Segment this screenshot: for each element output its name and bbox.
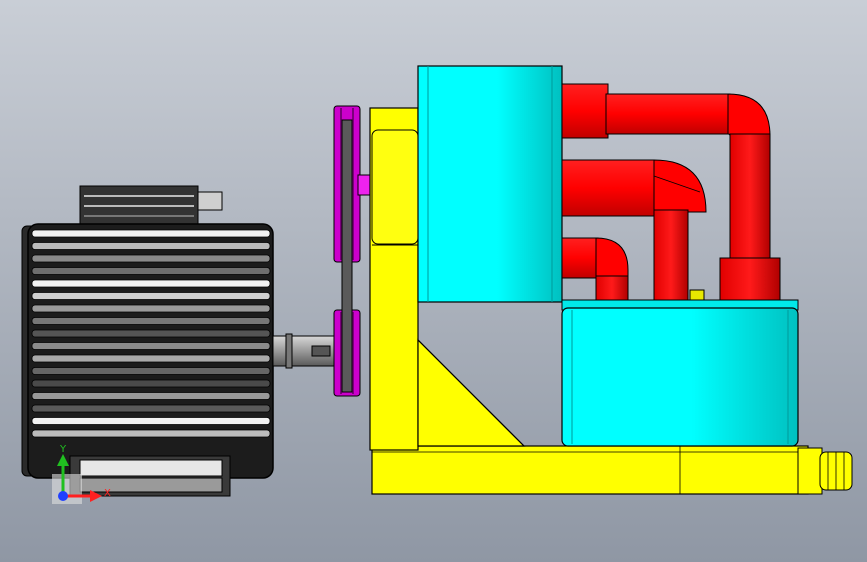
- motor-fin: [31, 292, 271, 300]
- motor-fin: [31, 304, 271, 313]
- motor-fin: [31, 392, 271, 400]
- pump-tank[interactable]: [561, 299, 799, 447]
- motor-fin: [31, 354, 271, 363]
- tank-body: [561, 307, 799, 447]
- z-axis-dot: [58, 491, 68, 501]
- outlet-nozzle: [797, 447, 823, 495]
- motor-fin: [31, 417, 271, 425]
- bracket-bearing-boss: [371, 129, 419, 245]
- motor-fin: [31, 329, 271, 338]
- base-rail: [371, 445, 809, 495]
- motor-cooling-fins: [31, 229, 271, 438]
- pump-head-body: [417, 65, 563, 303]
- motor-fin: [31, 404, 271, 413]
- motor-fin: [31, 342, 271, 350]
- motor-fin: [31, 317, 271, 325]
- pipe-1-horizontal: [605, 93, 731, 135]
- cad-viewport[interactable]: Y X: [0, 0, 867, 562]
- pipe-1-vertical: [729, 133, 771, 261]
- x-axis-label: X: [104, 488, 111, 499]
- red-piping[interactable]: [561, 83, 781, 303]
- cad-model-view: Y X: [0, 0, 867, 562]
- pipe-1-collar: [719, 257, 781, 303]
- drive-belt: [341, 119, 353, 393]
- motor-fin: [31, 267, 271, 275]
- motor-fin: [31, 229, 271, 238]
- pipe-1-stub: [561, 83, 609, 139]
- motor-fin: [31, 279, 271, 288]
- pipe-2-vertical: [653, 209, 689, 303]
- motor-terminal-boss: [197, 191, 223, 211]
- motor-fin: [31, 242, 271, 250]
- motor-fin: [31, 429, 271, 438]
- y-axis-label: Y: [59, 444, 67, 455]
- motor-fin: [31, 254, 271, 263]
- motor-fin: [31, 367, 271, 375]
- pump-head[interactable]: [417, 65, 563, 303]
- pipe-2-stub: [561, 159, 655, 217]
- pipe-3-stub: [561, 237, 599, 279]
- motor-fin: [31, 379, 271, 388]
